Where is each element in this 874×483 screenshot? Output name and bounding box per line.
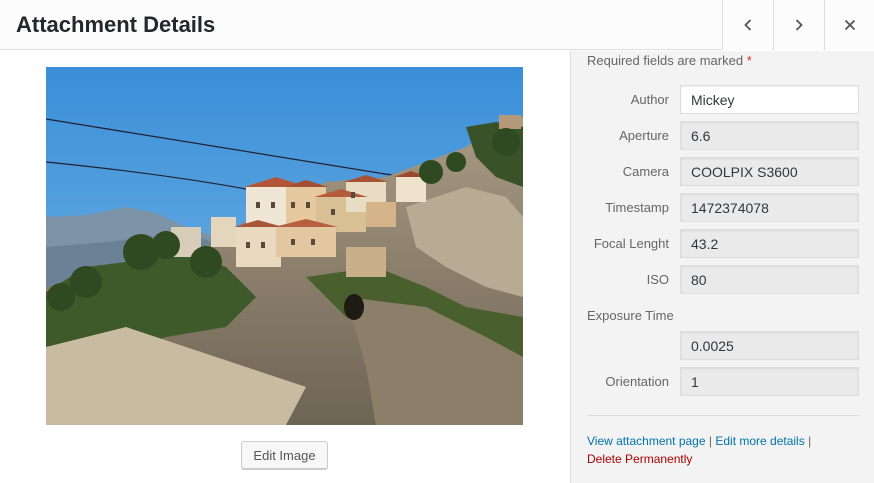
view-attachment-link[interactable]: View attachment page bbox=[587, 434, 706, 448]
aperture-label: Aperture bbox=[619, 128, 669, 143]
attachment-details-sidebar: Required fields are marked * Author Mick… bbox=[570, 51, 874, 483]
attachment-image bbox=[46, 67, 523, 425]
required-star: * bbox=[746, 53, 752, 68]
link-separator: | bbox=[808, 434, 812, 448]
close-button[interactable] bbox=[824, 0, 874, 50]
modal-header: Attachment Details bbox=[0, 0, 874, 50]
author-label: Author bbox=[630, 92, 669, 107]
close-icon bbox=[844, 19, 855, 31]
timestamp-label: Timestamp bbox=[605, 200, 669, 215]
required-notice: Required fields are marked * bbox=[587, 53, 752, 68]
edit-details-link[interactable]: Edit more details bbox=[715, 434, 804, 448]
aperture-field[interactable]: 6.6 bbox=[680, 121, 859, 150]
attachment-preview: Edit Image bbox=[0, 51, 570, 483]
exposure-time-field[interactable]: 0.0025 bbox=[680, 331, 859, 360]
chevron-right-icon bbox=[795, 19, 803, 31]
next-button[interactable] bbox=[773, 0, 823, 50]
previous-button[interactable] bbox=[722, 0, 772, 50]
orientation-label: Orientation bbox=[605, 374, 669, 389]
camera-field[interactable]: COOLPIX S3600 bbox=[680, 157, 859, 186]
timestamp-field[interactable]: 1472374078 bbox=[680, 193, 859, 222]
delete-permanently-link[interactable]: Delete Permanently bbox=[587, 452, 692, 466]
camera-label: Camera bbox=[622, 164, 669, 179]
iso-field[interactable]: 80 bbox=[680, 265, 859, 294]
exposure-time-label: Exposure Time bbox=[587, 308, 674, 323]
required-notice-text: Required fields are marked bbox=[587, 53, 744, 68]
edit-image-button[interactable]: Edit Image bbox=[241, 441, 328, 469]
focal-length-label: Focal Lenght bbox=[593, 236, 669, 251]
author-field[interactable]: Mickey bbox=[680, 85, 859, 114]
divider bbox=[587, 415, 859, 416]
iso-label: ISO bbox=[646, 272, 669, 287]
modal-title: Attachment Details bbox=[16, 12, 216, 37]
orientation-field[interactable]: 1 bbox=[680, 367, 859, 396]
focal-length-field[interactable]: 43.2 bbox=[680, 229, 859, 258]
link-separator: | bbox=[708, 434, 712, 448]
attachment-actions: View attachment page | Edit more details… bbox=[587, 432, 811, 468]
chevron-left-icon bbox=[743, 19, 751, 31]
